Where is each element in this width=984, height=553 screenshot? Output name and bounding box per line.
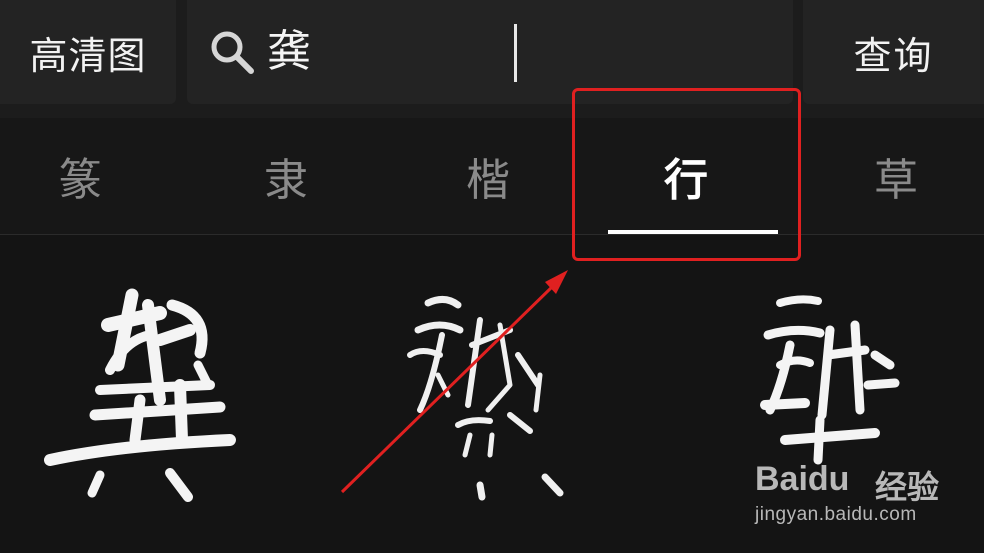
tab-seal[interactable]: 篆 (0, 118, 180, 234)
tab-clerical[interactable]: 隶 (186, 118, 386, 234)
watermark-suffix: 经验 (875, 468, 940, 506)
calligraphy-glyph-2 (407, 296, 564, 501)
watermark-url: jingyan.baidu.com (755, 504, 917, 525)
tab-label: 隶 (264, 155, 308, 206)
tab-label: 草 (874, 155, 918, 206)
baidu-jingyan-watermark: Baidu 经验 jingyan.baidu.com (755, 460, 975, 530)
tab-label: 篆 (58, 155, 102, 206)
tab-regular[interactable]: 楷 (388, 118, 588, 234)
query-button[interactable]: 查询 (803, 0, 984, 104)
search-input[interactable]: 龚 (267, 24, 311, 80)
calligraphy-result-2[interactable] (360, 235, 660, 549)
highlight-box (572, 88, 801, 261)
watermark-brand: Baidu (755, 460, 850, 498)
calligraphy-glyph-1 (44, 288, 236, 502)
script-style-tabs: 篆 隶 楷 行 草 (0, 118, 984, 235)
hd-image-button[interactable]: 高清图 (0, 0, 176, 104)
text-cursor (514, 24, 517, 82)
calligraphy-result-1[interactable] (40, 235, 340, 549)
tab-label: 楷 (466, 155, 510, 206)
search-icon (211, 31, 254, 74)
tab-cursive[interactable]: 草 (796, 118, 984, 234)
